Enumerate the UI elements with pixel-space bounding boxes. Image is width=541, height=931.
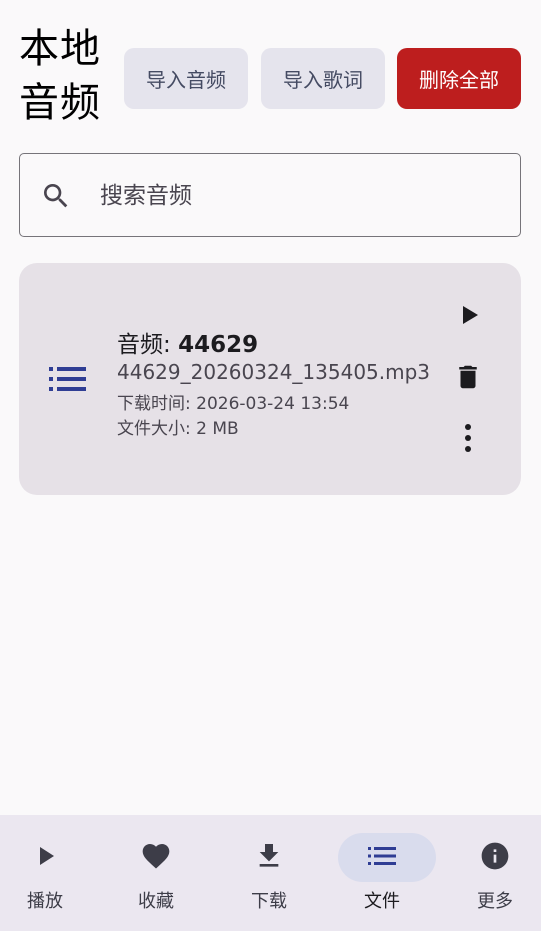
- list-icon: [366, 840, 398, 872]
- nav-label-favorites: 收藏: [138, 891, 174, 912]
- import-lyrics-button[interactable]: 导入歌词: [261, 48, 385, 109]
- list-icon: [47, 363, 89, 395]
- nav-item-favorites[interactable]: 收藏: [102, 815, 210, 931]
- search-input[interactable]: [98, 170, 492, 222]
- file-size: 文件大小: 2 MB: [117, 419, 239, 439]
- download-time: 下载时间: 2026-03-24 13:54: [117, 394, 350, 414]
- bottom-nav: 播放 收藏 下载 文件 更多: [0, 815, 541, 931]
- file-name: 44629_20260324_135405.mp3: [117, 360, 431, 384]
- trash-icon: [453, 360, 483, 398]
- nav-label-more: 更多: [477, 891, 513, 912]
- more-options-button[interactable]: [447, 419, 489, 461]
- more-vert-icon: [463, 423, 473, 457]
- page-title: 本地 音频: [19, 22, 119, 130]
- page-title-line1: 本地: [19, 26, 101, 72]
- search-field[interactable]: [19, 153, 521, 237]
- download-icon: [253, 840, 285, 872]
- nav-label-download: 下载: [251, 891, 287, 912]
- play-button[interactable]: [447, 296, 489, 338]
- nav-item-download[interactable]: 下载: [215, 815, 323, 931]
- search-icon: [40, 180, 72, 212]
- nav-item-files[interactable]: 文件: [328, 815, 436, 931]
- nav-label-files: 文件: [364, 891, 400, 912]
- nav-label-play: 播放: [27, 891, 63, 912]
- play-icon: [29, 840, 61, 872]
- nav-item-play[interactable]: 播放: [0, 815, 99, 931]
- page-title-line2: 音频: [19, 80, 101, 126]
- delete-button[interactable]: [447, 358, 489, 400]
- file-title: 音频: 44629: [117, 332, 259, 358]
- header: 本地 音频 导入音频 导入歌词 删除全部: [0, 0, 541, 140]
- info-icon: [479, 840, 511, 872]
- nav-item-more[interactable]: 更多: [441, 815, 541, 931]
- delete-all-button[interactable]: 删除全部: [397, 48, 521, 109]
- import-audio-button[interactable]: 导入音频: [124, 48, 248, 109]
- play-icon: [456, 303, 480, 331]
- file-card[interactable]: 音频: 44629 44629_20260324_135405.mp3 下载时间…: [19, 263, 521, 495]
- heart-icon: [140, 840, 172, 872]
